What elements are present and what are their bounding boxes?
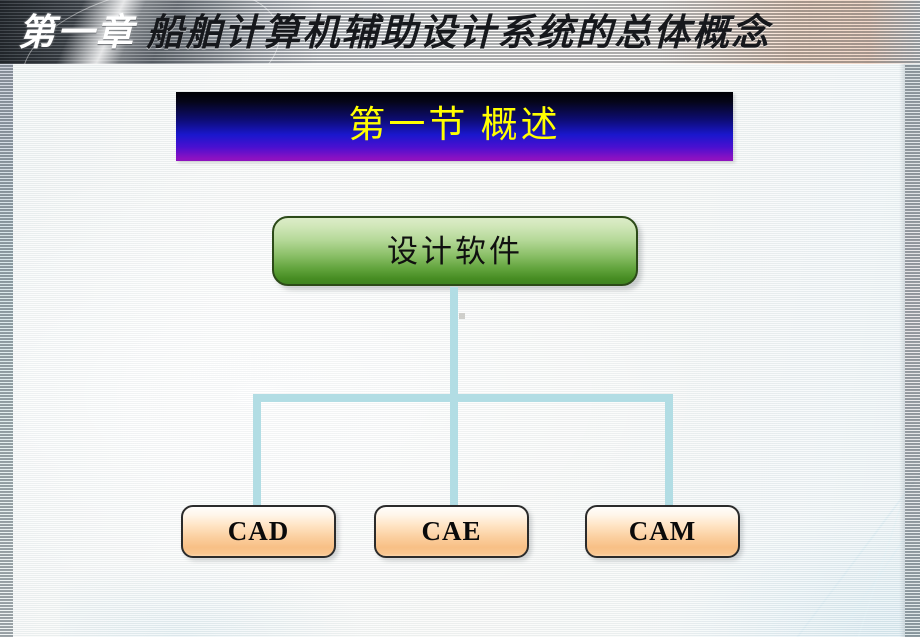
connector-drop-to-cae [450,394,458,506]
connector-drop-to-cam [665,394,673,506]
page-title: 第一章 船舶计算机辅助设计系统的总体概念 [18,8,902,60]
connector-horizontal-bar [253,394,673,402]
stray-artifact-square [459,313,465,319]
diagram-node-cad-label: CAD [227,516,290,546]
diagram-root-node-label: 设计软件 [387,233,523,269]
connector-trunk-vertical [450,287,458,397]
diagram-node-cam-label: CAM [628,516,697,546]
connector-drop-to-cad [253,394,261,506]
diagram-node-cam[interactable]: CAM [585,505,740,558]
presentation-slide: 第一章 船舶计算机辅助设计系统的总体概念 第一节 概述 设计软件 CAD CAE… [0,0,920,637]
diagram-node-cad[interactable]: CAD [181,505,336,558]
right-edge-inner-shade [899,64,905,637]
section-title-text: 第一节 概述 [348,105,561,146]
right-edge-tint [905,64,920,637]
diagram-node-cae-label: CAE [421,516,482,546]
diagram-root-node-design-software[interactable]: 设计软件 [272,216,638,286]
slide-header-band: 第一章 船舶计算机辅助设计系统的总体概念 [0,0,920,64]
chapter-title-prefix: 第一章 [18,13,135,54]
left-edge-tint [0,64,13,637]
diagram-node-cae[interactable]: CAE [374,505,529,558]
chapter-title-body: 船舶计算机辅助设计系统的总体概念 [146,13,771,54]
section-title-banner: 第一节 概述 [176,92,733,161]
